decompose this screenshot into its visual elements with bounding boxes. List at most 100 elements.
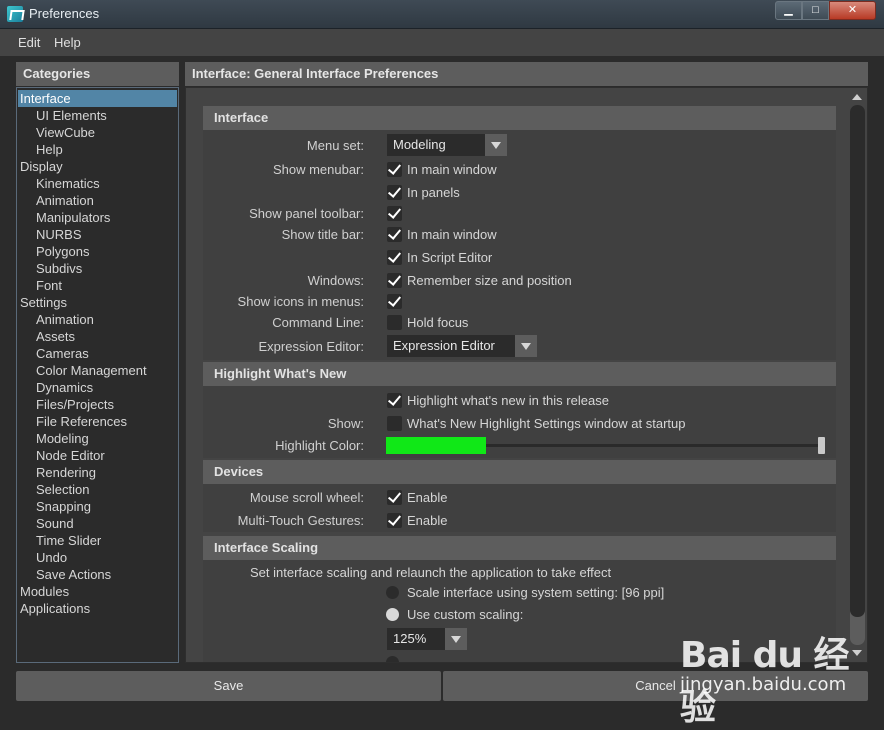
window-title: Preferences: [29, 6, 100, 21]
categories-header: Categories: [16, 62, 179, 86]
app-icon: [7, 6, 23, 22]
system-scaling-text: Scale interface using system setting: [9…: [407, 585, 665, 600]
minimize-button[interactable]: ▁: [775, 1, 802, 20]
highlight-color-slider-track[interactable]: [486, 444, 822, 447]
show-menubar-main-checkbox[interactable]: [387, 162, 402, 177]
category-item-animation[interactable]: Animation: [18, 311, 177, 328]
cut-off-radio[interactable]: [386, 656, 399, 662]
category-item-help[interactable]: Help: [18, 141, 177, 158]
panel-header: Interface: General Interface Preferences: [185, 62, 868, 86]
category-item-time-slider[interactable]: Time Slider: [18, 532, 177, 549]
category-item-save-actions[interactable]: Save Actions: [18, 566, 177, 583]
title-bar-main-text: In main window: [407, 227, 497, 242]
menu-set-label: Menu set:: [306, 138, 364, 153]
multi-touch-text: Enable: [407, 513, 448, 528]
category-item-snapping[interactable]: Snapping: [18, 498, 177, 515]
title-bar-script-editor-checkbox[interactable]: [387, 250, 402, 265]
scroll-down-arrow-icon[interactable]: [852, 650, 862, 656]
command-line-label: Command Line:: [272, 315, 364, 330]
show-title-bar-label: Show title bar:: [281, 227, 364, 242]
category-item-interface[interactable]: Interface: [18, 90, 177, 107]
custom-scaling-dropdown[interactable]: 125%: [387, 628, 467, 650]
category-item-node-editor[interactable]: Node Editor: [18, 447, 177, 464]
menu-edit[interactable]: Edit: [18, 35, 40, 50]
show-panel-toolbar-checkbox[interactable]: [387, 206, 402, 221]
section-highlight-header[interactable]: Highlight What's New: [203, 362, 836, 386]
show-icons-label: Show icons in menus:: [237, 294, 364, 309]
category-item-animation[interactable]: Animation: [18, 192, 177, 209]
category-item-subdivs[interactable]: Subdivs: [18, 260, 177, 277]
save-button[interactable]: Save: [16, 671, 441, 701]
menu-help[interactable]: Help: [54, 35, 81, 50]
category-item-color-management[interactable]: Color Management: [18, 362, 177, 379]
show-menubar-panels-text: In panels: [407, 185, 460, 200]
category-item-display[interactable]: Display: [18, 158, 177, 175]
preferences-content: Interface Menu set: Modeling Show menuba…: [186, 88, 848, 662]
mouse-scroll-checkbox[interactable]: [387, 490, 402, 505]
menu-set-dropdown[interactable]: Modeling: [387, 134, 507, 156]
title-bar-main-checkbox[interactable]: [387, 227, 402, 242]
category-item-dynamics[interactable]: Dynamics: [18, 379, 177, 396]
system-scaling-radio[interactable]: [386, 586, 399, 599]
category-item-polygons[interactable]: Polygons: [18, 243, 177, 260]
show-settings-text: What's New Highlight Settings window at …: [407, 416, 686, 431]
category-item-sound[interactable]: Sound: [18, 515, 177, 532]
category-item-files-projects[interactable]: Files/Projects: [18, 396, 177, 413]
category-item-file-references[interactable]: File References: [18, 413, 177, 430]
highlight-color-slider-handle[interactable]: [818, 437, 825, 454]
preferences-panel: Interface Menu set: Modeling Show menuba…: [185, 87, 868, 663]
multi-touch-checkbox[interactable]: [387, 513, 402, 528]
menu-set-value: Modeling: [393, 137, 446, 152]
category-item-manipulators[interactable]: Manipulators: [18, 209, 177, 226]
chevron-down-icon: [445, 628, 467, 650]
windows-label: Windows:: [307, 273, 364, 288]
section-scaling-header[interactable]: Interface Scaling: [203, 536, 836, 560]
show-menubar-label: Show menubar:: [272, 162, 364, 177]
custom-scaling-value: 125%: [393, 631, 427, 646]
category-item-ui-elements[interactable]: UI Elements: [18, 107, 177, 124]
section-interface-header[interactable]: Interface: [203, 106, 836, 130]
category-item-undo[interactable]: Undo: [18, 549, 177, 566]
category-item-selection[interactable]: Selection: [18, 481, 177, 498]
category-item-assets[interactable]: Assets: [18, 328, 177, 345]
category-item-kinematics[interactable]: Kinematics: [18, 175, 177, 192]
category-item-applications[interactable]: Applications: [18, 600, 177, 617]
hold-focus-checkbox[interactable]: [387, 315, 402, 330]
menubar: Edit Help: [0, 29, 884, 56]
show-icons-checkbox[interactable]: [387, 294, 402, 309]
show-label: Show:: [327, 416, 364, 431]
category-item-font[interactable]: Font: [18, 277, 177, 294]
category-item-modules[interactable]: Modules: [18, 583, 177, 600]
show-panel-toolbar-label: Show panel toolbar:: [249, 206, 364, 221]
category-item-cameras[interactable]: Cameras: [18, 345, 177, 362]
multi-touch-label: Multi-Touch Gestures:: [237, 513, 364, 528]
show-settings-checkbox[interactable]: [387, 416, 402, 431]
close-button[interactable]: ✕: [829, 1, 876, 20]
scroll-up-arrow-icon[interactable]: [852, 94, 862, 100]
category-item-nurbs[interactable]: NURBS: [18, 226, 177, 243]
show-menubar-panels-checkbox[interactable]: [387, 185, 402, 200]
scaling-description: Set interface scaling and relaunch the a…: [250, 565, 612, 580]
category-item-viewcube[interactable]: ViewCube: [18, 124, 177, 141]
highlight-color-label: Highlight Color:: [275, 438, 364, 453]
expression-editor-value: Expression Editor: [393, 338, 495, 353]
highlight-color-swatch[interactable]: [386, 437, 486, 454]
category-item-modeling[interactable]: Modeling: [18, 430, 177, 447]
maximize-button[interactable]: □: [802, 1, 829, 20]
remember-size-text: Remember size and position: [407, 273, 572, 288]
title-bar-script-editor-text: In Script Editor: [407, 250, 493, 265]
category-item-settings[interactable]: Settings: [18, 294, 177, 311]
cancel-button[interactable]: Cancel: [443, 671, 868, 701]
expression-editor-label: Expression Editor:: [258, 339, 365, 354]
highlight-release-checkbox[interactable]: [387, 393, 402, 408]
title-bar: Preferences ▁ □ ✕: [0, 0, 884, 29]
expression-editor-dropdown[interactable]: Expression Editor: [387, 335, 537, 357]
mouse-scroll-text: Enable: [407, 490, 448, 505]
chevron-down-icon: [485, 134, 507, 156]
scroll-thumb[interactable]: [850, 105, 865, 617]
remember-size-checkbox[interactable]: [387, 273, 402, 288]
vertical-scrollbar[interactable]: [848, 88, 867, 662]
category-item-rendering[interactable]: Rendering: [18, 464, 177, 481]
custom-scaling-radio[interactable]: [386, 608, 399, 621]
section-devices-header[interactable]: Devices: [203, 460, 836, 484]
